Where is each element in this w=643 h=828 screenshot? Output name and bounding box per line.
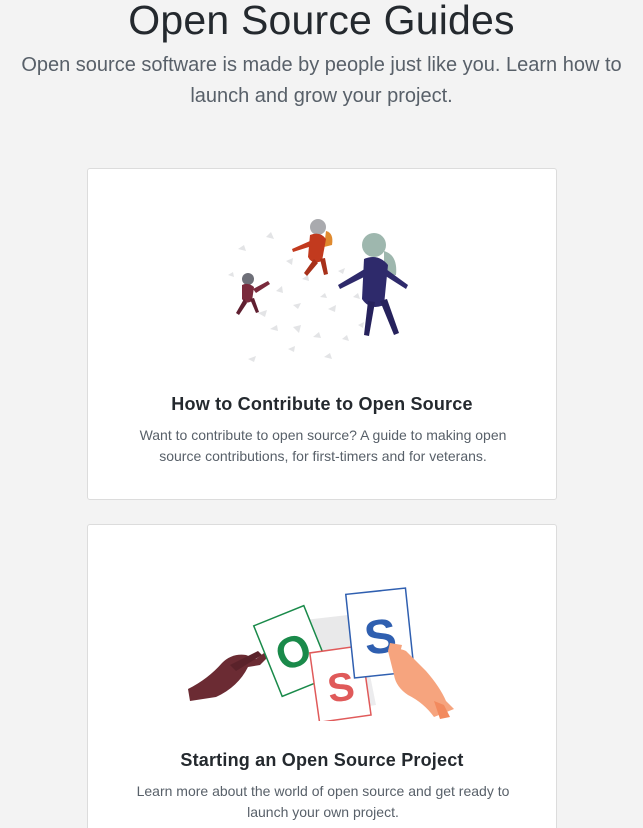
- guide-card-starting-project[interactable]: O S S Starting an Open Source Project Le…: [87, 524, 557, 828]
- card-description: Learn more about the world of open sourc…: [136, 783, 510, 820]
- card-title[interactable]: How to Contribute to Open Source: [88, 394, 556, 415]
- guide-card-contribute[interactable]: How to Contribute to Open Source Want to…: [87, 168, 557, 500]
- card-description: Want to contribute to open source? A gui…: [139, 427, 507, 464]
- astronauts-illustration: [88, 209, 556, 369]
- card-title[interactable]: Starting an Open Source Project: [88, 750, 556, 771]
- letter-cards-illustration: O S S: [88, 561, 556, 724]
- page-subtitle: Open source software is made by people j…: [21, 54, 622, 107]
- page-title: Open Source Guides: [128, 0, 515, 43]
